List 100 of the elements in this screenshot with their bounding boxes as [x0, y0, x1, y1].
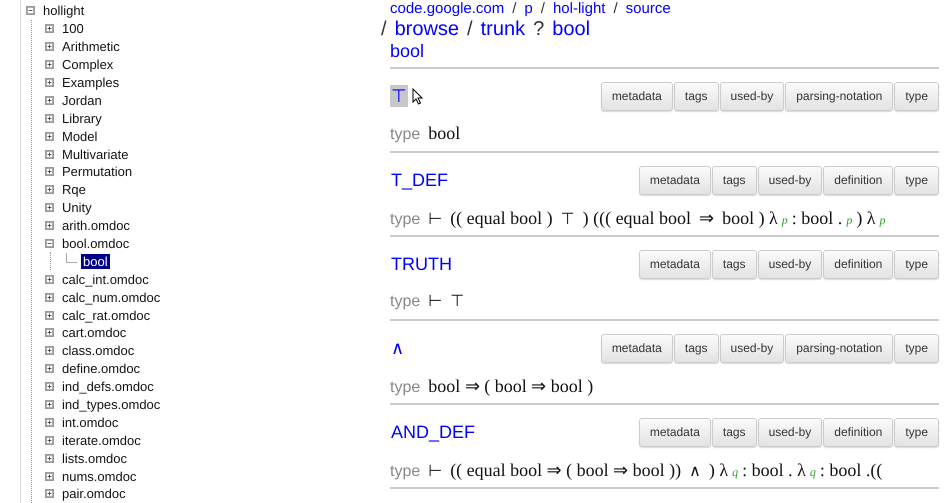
- expand-icon[interactable]: [45, 167, 54, 176]
- tree-item[interactable]: Arithmetic: [60, 39, 122, 54]
- expand-icon[interactable]: [45, 274, 54, 284]
- tree-item[interactable]: ind_defs.omdoc: [60, 379, 156, 394]
- tab-button[interactable]: type: [894, 334, 939, 362]
- tab-button[interactable]: tags: [674, 334, 719, 362]
- tab-button[interactable]: type: [894, 250, 939, 278]
- tree-item[interactable]: Jordan: [60, 92, 104, 108]
- expand-icon[interactable]: [45, 472, 54, 481]
- expand-icon[interactable]: [45, 328, 54, 338]
- tab-button[interactable]: definition: [823, 418, 894, 446]
- expand-icon[interactable]: [45, 346, 54, 356]
- tab-button[interactable]: parsing-notation: [785, 82, 894, 110]
- tab-button[interactable]: definition: [823, 166, 894, 194]
- expand-icon[interactable]: [45, 96, 54, 105]
- tree-item[interactable]: calc_num.omdoc: [60, 290, 162, 305]
- tree-item[interactable]: ind_types.omdoc: [60, 397, 162, 412]
- breadcrumb-link[interactable]: bool: [552, 17, 590, 41]
- tree-item[interactable]: iterate.omdoc: [60, 432, 143, 448]
- expand-icon[interactable]: [45, 418, 54, 427]
- breadcrumb-link[interactable]: code.google.com: [390, 0, 504, 17]
- tree-item[interactable]: bool.omdoc: [60, 236, 132, 252]
- tab-button[interactable]: metadata: [638, 250, 711, 278]
- tab-button[interactable]: tags: [712, 166, 757, 194]
- tree-item[interactable]: arith.omdoc: [60, 218, 132, 234]
- type-label: type: [390, 463, 420, 481]
- breadcrumb-link[interactable]: hol-light: [552, 0, 606, 17]
- type-term: ) ((( equal bool: [582, 208, 692, 229]
- collapse-icon[interactable]: [26, 6, 35, 16]
- declaration-name[interactable]: TRUTH: [390, 254, 453, 274]
- expand-icon[interactable]: [45, 132, 54, 141]
- breadcrumb-separator: /: [540, 0, 545, 17]
- tab-button[interactable]: type: [894, 166, 939, 194]
- type-term: bool ⇒ ( bool ⇒ bool ): [428, 375, 594, 397]
- breadcrumb-link[interactable]: p: [524, 0, 533, 17]
- tree-item[interactable]: Rqe: [60, 182, 88, 198]
- tree-item[interactable]: calc_rat.omdoc: [60, 308, 152, 323]
- tab-button[interactable]: parsing-notation: [785, 334, 894, 362]
- collapse-icon[interactable]: [45, 239, 54, 248]
- expand-icon[interactable]: [45, 24, 54, 34]
- tree-item[interactable]: calc_int.omdoc: [60, 272, 151, 287]
- expand-icon[interactable]: [45, 150, 54, 159]
- expand-icon[interactable]: [45, 364, 54, 374]
- tree-item[interactable]: bool: [81, 254, 110, 269]
- tree-item[interactable]: Multivariate: [60, 146, 130, 162]
- expand-icon[interactable]: [45, 185, 54, 194]
- tab-button[interactable]: used-by: [758, 250, 822, 278]
- tree-item[interactable]: lists.omdoc: [60, 450, 130, 466]
- expand-icon[interactable]: [45, 489, 54, 498]
- tab-button[interactable]: tags: [712, 418, 757, 446]
- tree-item[interactable]: hollight: [41, 3, 86, 18]
- expand-icon[interactable]: [45, 292, 54, 302]
- tab-button[interactable]: metadata: [638, 418, 711, 446]
- tree-item[interactable]: Model: [60, 128, 100, 144]
- tab-button[interactable]: used-by: [758, 166, 822, 194]
- tab-button[interactable]: tags: [674, 82, 719, 110]
- tab-button[interactable]: definition: [823, 250, 894, 278]
- expand-icon[interactable]: [45, 436, 54, 445]
- expand-icon[interactable]: [45, 382, 54, 392]
- tab-button[interactable]: used-by: [758, 418, 822, 446]
- declaration-name[interactable]: ⊤: [390, 85, 408, 107]
- tree-item[interactable]: int.omdoc: [60, 414, 120, 430]
- type-term: bool: [428, 123, 460, 144]
- tree-item[interactable]: cart.omdoc: [60, 325, 128, 340]
- tree-item[interactable]: Unity: [60, 200, 94, 216]
- tab-button[interactable]: metadata: [600, 334, 673, 362]
- expand-icon[interactable]: [45, 310, 54, 320]
- tab-button[interactable]: used-by: [720, 82, 784, 110]
- tree-item[interactable]: Permutation: [60, 164, 134, 180]
- tab-button[interactable]: metadata: [600, 82, 673, 110]
- tab-button[interactable]: type: [894, 418, 939, 446]
- theory-title: bool: [390, 41, 939, 69]
- declaration-name[interactable]: ∧: [390, 337, 405, 359]
- tree-item[interactable]: Library: [60, 110, 104, 126]
- tree-item[interactable]: pair.omdoc: [60, 486, 128, 502]
- declaration-name[interactable]: AND_DEF: [390, 422, 476, 442]
- expand-icon[interactable]: [45, 78, 54, 87]
- tab-button[interactable]: tags: [712, 250, 757, 278]
- expand-icon[interactable]: [45, 203, 54, 212]
- tab-button[interactable]: metadata: [638, 166, 711, 194]
- tree-item[interactable]: 100: [60, 21, 86, 36]
- breadcrumb-link[interactable]: browse: [394, 17, 460, 41]
- tree-item[interactable]: Complex: [60, 57, 116, 72]
- expand-icon[interactable]: [45, 60, 54, 70]
- expand-icon[interactable]: [45, 400, 54, 410]
- tree-item[interactable]: nums.omdoc: [60, 468, 138, 484]
- breadcrumb-link[interactable]: trunk: [480, 17, 526, 41]
- declaration-name[interactable]: T_DEF: [390, 170, 450, 190]
- breadcrumb-separator: /: [467, 17, 473, 41]
- tab-button[interactable]: used-by: [720, 334, 784, 362]
- expand-icon[interactable]: [45, 42, 54, 52]
- expand-icon[interactable]: [45, 454, 54, 463]
- tree-item[interactable]: Examples: [60, 75, 122, 90]
- variable: p: [880, 213, 886, 228]
- breadcrumb-link[interactable]: source: [626, 0, 671, 17]
- expand-icon[interactable]: [45, 114, 54, 123]
- expand-icon[interactable]: [45, 221, 54, 230]
- tab-button[interactable]: type: [894, 82, 939, 110]
- tree-item[interactable]: define.omdoc: [60, 361, 142, 376]
- tree-item[interactable]: class.omdoc: [60, 343, 136, 358]
